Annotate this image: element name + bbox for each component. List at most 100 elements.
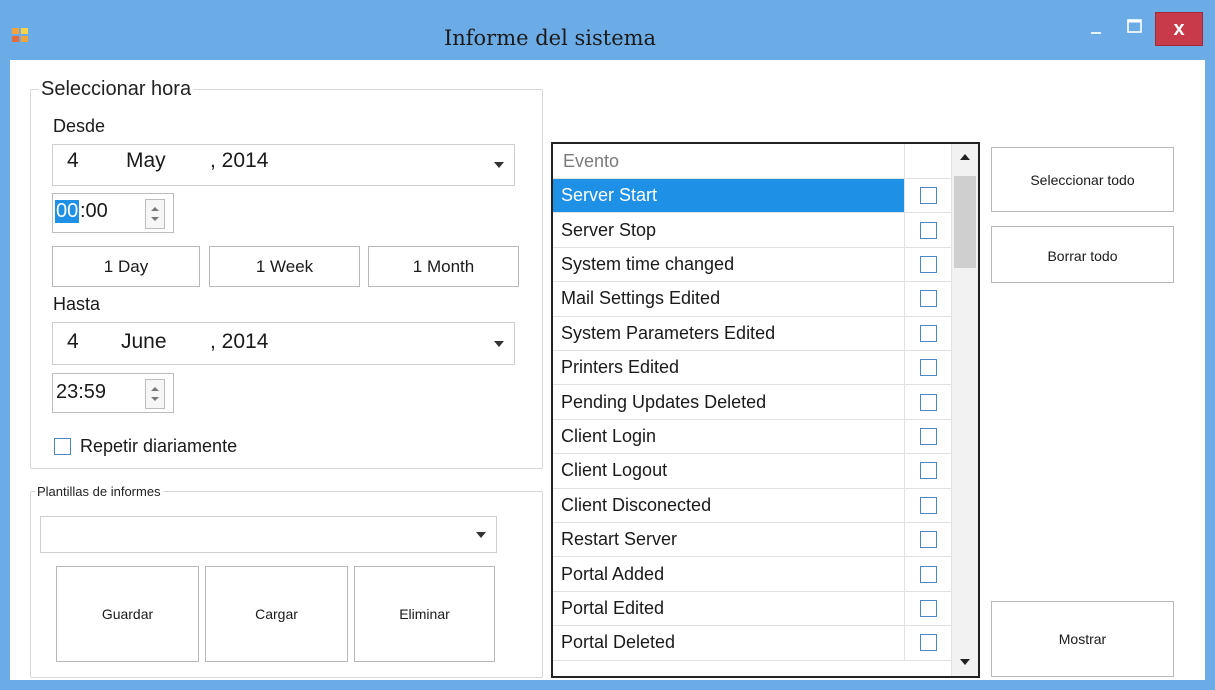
spin-down-icon[interactable]: [151, 217, 159, 221]
to-year[interactable]: , 2014: [210, 330, 268, 354]
from-year[interactable]: , 2014: [210, 149, 268, 173]
quick-1-month-button[interactable]: 1 Month: [368, 246, 519, 287]
save-button[interactable]: Guardar: [56, 566, 199, 662]
from-time-minutes[interactable]: :00: [80, 200, 108, 223]
spin-up-icon[interactable]: [151, 207, 159, 211]
event-row[interactable]: Server Start: [553, 179, 951, 214]
event-row[interactable]: Pending Updates Deleted: [553, 385, 951, 420]
chevron-down-icon[interactable]: [494, 340, 504, 347]
events-grid[interactable]: Evento Server Start Server Stop System tim…: [551, 142, 980, 678]
event-row[interactable]: Restart Server: [553, 523, 951, 558]
show-button[interactable]: Mostrar: [991, 601, 1174, 677]
event-name[interactable]: Client Disconected: [553, 488, 905, 522]
event-name[interactable]: Portal Edited: [553, 591, 905, 626]
scroll-up-icon[interactable]: [960, 154, 970, 160]
event-name[interactable]: Portal Added: [553, 557, 905, 591]
event-checkbox-cell[interactable]: [905, 179, 951, 212]
event-checkbox-cell[interactable]: [905, 248, 951, 281]
from-time-field[interactable]: 00 :00: [52, 193, 174, 233]
chevron-down-icon[interactable]: [476, 531, 486, 538]
templates-legend: Plantillas de informes: [37, 484, 161, 499]
event-row[interactable]: Portal Edited: [553, 591, 951, 627]
event-name[interactable]: System time changed: [553, 247, 905, 282]
event-checkbox-cell[interactable]: [905, 626, 951, 659]
event-checkbox[interactable]: [919, 565, 937, 583]
repeat-daily-label[interactable]: Repetir diariamente: [80, 436, 237, 457]
to-day[interactable]: 4: [67, 330, 79, 354]
event-name[interactable]: Printers Edited: [553, 351, 905, 385]
close-button[interactable]: x: [1155, 12, 1203, 46]
event-row[interactable]: Client Disconected: [553, 488, 951, 523]
event-row[interactable]: Client Login: [553, 419, 951, 455]
event-name[interactable]: Pending Updates Deleted: [553, 385, 905, 419]
event-name[interactable]: Server Stop: [553, 213, 905, 247]
event-checkbox-cell[interactable]: [905, 557, 951, 590]
event-checkbox[interactable]: [919, 462, 937, 480]
event-row[interactable]: System Parameters Edited: [553, 316, 951, 351]
event-checkbox[interactable]: [919, 187, 937, 205]
event-checkbox[interactable]: [919, 324, 937, 342]
to-month[interactable]: June: [121, 330, 167, 354]
event-name[interactable]: Server Start: [553, 179, 905, 213]
event-checkbox-cell[interactable]: [905, 317, 951, 350]
event-checkbox[interactable]: [919, 634, 937, 652]
from-date-picker[interactable]: 4 May , 2014: [52, 144, 515, 186]
to-time-value[interactable]: 23:59: [56, 381, 106, 404]
to-time-field[interactable]: 23:59: [52, 373, 174, 413]
event-name[interactable]: Portal Deleted: [553, 626, 905, 660]
event-checkbox-cell[interactable]: [905, 523, 951, 556]
from-time-spinner[interactable]: [145, 199, 165, 229]
delete-button[interactable]: Eliminar: [354, 566, 495, 662]
event-checkbox-cell[interactable]: [905, 454, 951, 487]
repeat-daily-checkbox[interactable]: [54, 438, 71, 455]
to-time-spinner[interactable]: [145, 379, 165, 409]
event-column-header[interactable]: Evento: [553, 144, 905, 178]
spin-down-icon[interactable]: [151, 397, 159, 401]
event-row[interactable]: System time changed: [553, 247, 951, 283]
load-button[interactable]: Cargar: [205, 566, 348, 662]
event-checkbox-cell[interactable]: [905, 420, 951, 453]
select-all-button[interactable]: Seleccionar todo: [991, 147, 1174, 212]
event-checkbox-cell[interactable]: [905, 213, 951, 246]
event-name[interactable]: Client Login: [553, 419, 905, 454]
quick-1-day-button[interactable]: 1 Day: [52, 246, 200, 287]
event-checkbox[interactable]: [919, 255, 937, 273]
event-row[interactable]: Portal Added: [553, 557, 951, 592]
chevron-down-icon[interactable]: [494, 162, 504, 168]
event-name[interactable]: Mail Settings Edited: [553, 282, 905, 316]
quick-1-week-button[interactable]: 1 Week: [209, 246, 360, 287]
event-checkbox-cell[interactable]: [905, 351, 951, 384]
event-checkbox-cell[interactable]: [905, 282, 951, 315]
event-row[interactable]: Portal Deleted: [553, 626, 951, 661]
event-checkbox-cell[interactable]: [905, 592, 951, 625]
event-name[interactable]: Restart Server: [553, 523, 905, 557]
from-day[interactable]: 4: [67, 149, 79, 173]
event-row[interactable]: Printers Edited: [553, 351, 951, 386]
spin-up-icon[interactable]: [151, 387, 159, 391]
event-checkbox[interactable]: [919, 393, 937, 411]
event-checkbox[interactable]: [919, 531, 937, 549]
event-checkbox-cell[interactable]: [905, 385, 951, 418]
from-time-hour[interactable]: 00: [55, 200, 80, 223]
maximize-button[interactable]: [1117, 14, 1153, 44]
event-name[interactable]: Client Logout: [553, 454, 905, 488]
event-checkbox[interactable]: [919, 359, 937, 377]
clear-all-button[interactable]: Borrar todo: [991, 226, 1174, 283]
event-checkbox[interactable]: [919, 599, 937, 617]
event-checkbox[interactable]: [919, 496, 937, 514]
event-row[interactable]: Client Logout: [553, 454, 951, 489]
from-month[interactable]: May: [126, 149, 166, 173]
event-row[interactable]: Server Stop: [553, 213, 951, 248]
vertical-scrollbar[interactable]: [951, 144, 978, 676]
event-checkbox[interactable]: [919, 427, 937, 445]
event-row[interactable]: Mail Settings Edited: [553, 282, 951, 317]
event-checkbox[interactable]: [919, 221, 937, 239]
template-select[interactable]: [40, 516, 497, 553]
event-checkbox[interactable]: [919, 290, 937, 308]
scrollbar-thumb[interactable]: [954, 176, 976, 268]
to-date-picker[interactable]: 4 June , 2014: [52, 322, 515, 365]
minimize-button[interactable]: [1079, 14, 1113, 44]
event-checkbox-cell[interactable]: [905, 489, 951, 522]
event-name[interactable]: System Parameters Edited: [553, 316, 905, 350]
scroll-down-icon[interactable]: [960, 659, 970, 665]
